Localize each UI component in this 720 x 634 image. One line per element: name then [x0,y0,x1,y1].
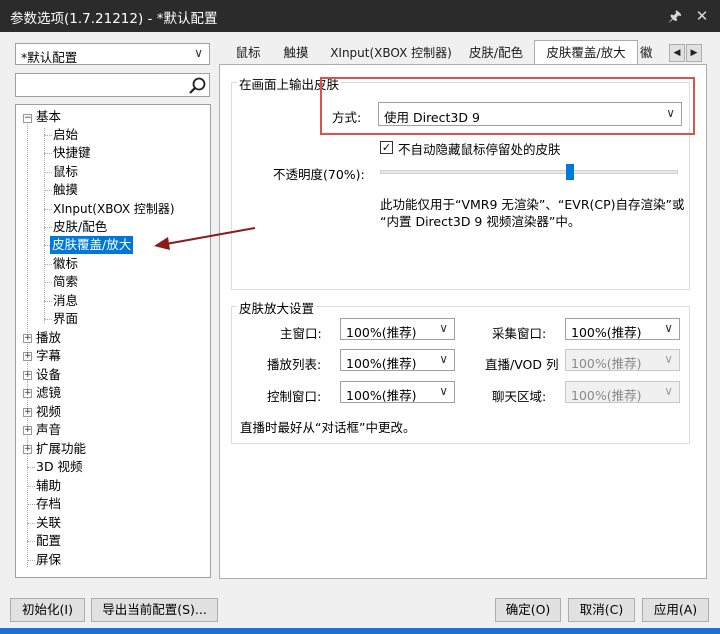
opacity-slider[interactable] [380,170,678,174]
expand-toggle[interactable]: + [23,371,32,380]
tree-item-mouse[interactable]: 鼠标 [53,163,78,181]
main-window-label: 主窗口: [280,326,322,341]
tree-item-start[interactable]: 启始 [53,126,78,144]
tree-item-association[interactable]: 关联 [36,514,61,532]
opacity-label: 不透明度(70%): [273,167,365,182]
chat-area-label: 聊天区域: [492,389,547,404]
main-window-zoom-select[interactable]: 100%(推荐) ∨ [340,318,455,340]
expand-toggle[interactable]: + [23,426,32,435]
tree-item-config[interactable]: 配置 [36,532,61,550]
close-icon[interactable]: ✕ [692,6,712,26]
main-window-zoom-value: 100%(推荐) [346,325,417,340]
opacity-slider-thumb[interactable] [566,164,575,180]
live-list-zoom-value: 100%(推荐) [571,356,642,371]
chevron-down-icon: ∨ [439,384,448,398]
tree-item-xinput[interactable]: XInput(XBOX 控制器) [53,200,175,218]
tree-item-touch[interactable]: 触摸 [53,181,78,199]
tree-item-extensions[interactable]: 扩展功能 [36,440,86,458]
annotation-arrow [154,227,256,250]
live-list-label: 直播/VOD 列 [485,357,559,372]
tree-item-logo[interactable]: 徽标 [53,255,78,273]
method-select-value: 使用 Direct3D 9 [384,110,480,125]
playlist-label: 播放列表: [267,357,322,372]
cancel-button[interactable]: 取消(C) [568,598,635,622]
profile-select-value: *默认配置 [21,50,78,65]
capture-window-zoom-select[interactable]: 100%(推荐) ∨ [565,318,680,340]
settings-tree: − 基本 启始 快捷键 鼠标 触摸 XInput(XBOX 控制器) 皮肤/配色… [15,104,211,578]
expand-toggle[interactable]: + [23,389,32,398]
method-select[interactable]: 使用 Direct3D 9 ∨ [378,102,682,126]
expand-toggle[interactable]: + [23,352,32,361]
control-window-label: 控制窗口: [267,389,322,404]
tree-item-hotkeys[interactable]: 快捷键 [53,144,91,162]
tree-item-3d-video[interactable]: 3D 视频 [36,458,83,476]
window-title: 参数选项(1.7.21212) - *默认配置 [10,11,218,27]
expand-toggle[interactable]: + [23,445,32,454]
collapse-toggle[interactable]: − [23,114,32,123]
checkmark-icon: ✓ [381,141,392,154]
search-input-value [16,77,176,93]
chevron-down-icon: ∨ [439,321,448,335]
tab-panel: 在画面上输出皮肤 方式: 使用 Direct3D 9 ∨ ✓ 不自动隐藏鼠标停留… [219,64,707,579]
expand-toggle[interactable]: + [23,408,32,417]
pin-icon[interactable]: 🖈 [665,6,685,26]
tree-item-subtitles[interactable]: 字幕 [36,347,61,365]
tab-skin-color[interactable]: 皮肤/配色 [462,41,530,65]
tree-item-skin-color[interactable]: 皮肤/配色 [53,218,107,236]
chevron-down-icon: ∨ [194,46,203,60]
capture-window-zoom-value: 100%(推荐) [571,325,642,340]
tree-item-devices[interactable]: 设备 [36,366,61,384]
apply-button[interactable]: 应用(A) [642,598,709,622]
method-label: 方式: [332,110,362,125]
playlist-zoom-value: 100%(推荐) [346,356,417,371]
tree-item-skin-overlay[interactable]: 皮肤覆盖/放大 [50,236,134,254]
init-button[interactable]: 初始化(I) [10,598,85,622]
profile-select[interactable]: *默认配置 ∨ [15,43,210,65]
search-icon[interactable] [188,76,208,96]
auto-hide-label: 不自动隐藏鼠标停留处的皮肤 [398,142,561,157]
chevron-down-icon: ∨ [439,352,448,366]
tab-scroll-left-button[interactable]: ◀ [669,44,685,62]
expand-toggle[interactable]: + [23,334,32,343]
ok-button[interactable]: 确定(O) [495,598,561,622]
tab-skin-overlay[interactable]: 皮肤覆盖/放大 [534,40,638,66]
tree-item-video[interactable]: 视频 [36,403,61,421]
chevron-down-icon: ∨ [666,106,675,120]
tree-item-assist[interactable]: 辅助 [36,477,61,495]
window-bottom-accent [0,628,720,634]
tree-item-playback[interactable]: 播放 [36,329,61,347]
renderer-note-line-2: “内置 Direct3D 9 视频渲染器”中。 [380,214,581,229]
control-window-zoom-value: 100%(推荐) [346,388,417,403]
chevron-down-icon: ∨ [664,321,673,335]
tree-item-screensaver[interactable]: 屏保 [36,551,61,569]
tree-item-search[interactable]: 简索 [53,273,78,291]
tree-item-filters[interactable]: 滤镜 [36,384,61,402]
tab-xinput[interactable]: XInput(XBOX 控制器) [324,41,458,65]
playlist-zoom-select[interactable]: 100%(推荐) ∨ [340,349,455,371]
live-list-zoom-select[interactable]: 100%(推荐) ∨ [565,349,680,371]
auto-hide-checkbox[interactable]: ✓ [380,141,393,154]
chat-area-zoom-value: 100%(推荐) [571,388,642,403]
tab-mouse[interactable]: 鼠标 [228,41,268,65]
control-window-zoom-select[interactable]: 100%(推荐) ∨ [340,381,455,403]
tab-logo-truncated[interactable]: 徽 [640,41,664,65]
skin-zoom-group-title: 皮肤放大设置 [237,298,317,317]
search-input[interactable] [15,73,210,97]
chevron-down-icon: ∨ [664,352,673,366]
tree-item-basic[interactable]: 基本 [36,108,61,126]
chat-area-zoom-select[interactable]: 100%(推荐) ∨ [565,381,680,403]
tree-item-audio[interactable]: 声音 [36,421,61,439]
tab-touch[interactable]: 触摸 [276,41,316,65]
title-bar: 参数选项(1.7.21212) - *默认配置 🖈 ✕ [0,0,720,32]
export-config-button[interactable]: 导出当前配置(S)... [91,598,218,622]
capture-window-label: 采集窗口: [492,326,547,341]
tree-item-messages[interactable]: 消息 [53,292,78,310]
tree-item-interface[interactable]: 界面 [53,310,78,328]
tab-scroll-right-button[interactable]: ▶ [686,44,702,62]
tree-item-archive[interactable]: 存档 [36,495,61,513]
chevron-down-icon: ∨ [664,384,673,398]
zoom-note: 直播时最好从“对话框”中更改。 [240,420,416,435]
